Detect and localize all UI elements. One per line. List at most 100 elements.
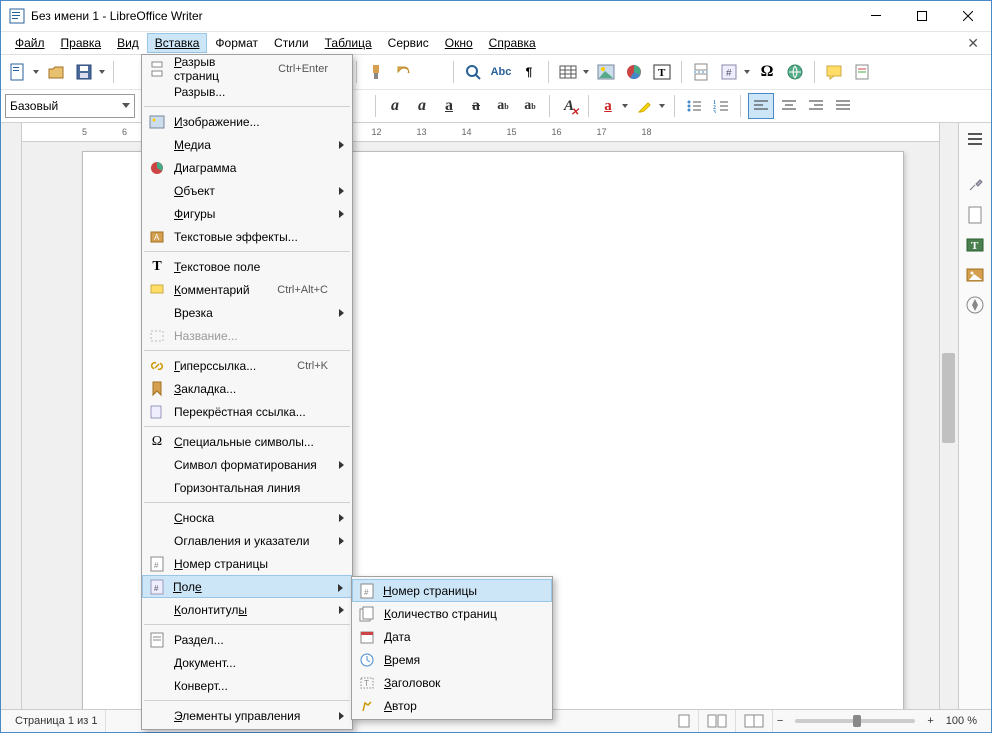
menu-view[interactable]: Вид (109, 33, 147, 53)
mi-hrule[interactable]: Горизонтальная линия (142, 476, 352, 499)
gallery-panel-icon[interactable] (963, 263, 987, 287)
find-button[interactable] (460, 59, 486, 85)
zoom-out-icon[interactable]: − (773, 715, 787, 727)
subscript-button[interactable]: ab (518, 94, 542, 118)
app-icon (9, 8, 25, 24)
mi-special[interactable]: ΩСпециальные символы... (142, 430, 352, 453)
align-justify-button[interactable] (831, 94, 855, 118)
svg-text:T: T (971, 240, 979, 252)
menu-insert[interactable]: Вставка (147, 33, 208, 53)
mi-field-pagecount[interactable]: Количество страниц (352, 602, 552, 625)
status-page[interactable]: Страница 1 из 1 (7, 710, 106, 732)
align-right-button[interactable] (804, 94, 828, 118)
menu-edit[interactable]: Правка (53, 33, 110, 53)
maximize-button[interactable] (899, 1, 945, 31)
sidebar-menu-icon[interactable] (963, 127, 987, 151)
mi-caption[interactable]: Название... (142, 324, 352, 347)
mi-chart[interactable]: Диаграмма (142, 156, 352, 179)
mi-media[interactable]: Медиа (142, 133, 352, 156)
mi-footnote[interactable]: Сноска (142, 506, 352, 529)
mi-comment[interactable]: КомментарийCtrl+Alt+C (142, 278, 352, 301)
mi-field-time[interactable]: Время (352, 648, 552, 671)
textbox-button[interactable]: T (649, 59, 675, 85)
mi-document[interactable]: Документ... (142, 651, 352, 674)
minimize-button[interactable] (853, 1, 899, 31)
mi-object[interactable]: Объект (142, 179, 352, 202)
vertical-scrollbar[interactable] (939, 123, 958, 709)
open-button[interactable] (43, 59, 69, 85)
mi-formatmark[interactable]: Символ форматирования (142, 453, 352, 476)
view-multi-icon[interactable] (699, 710, 736, 732)
comment-button[interactable] (821, 59, 847, 85)
close-doc-button[interactable]: ✕ (961, 35, 985, 52)
menu-table[interactable]: Таблица (317, 33, 380, 53)
menu-window[interactable]: Окно (437, 33, 481, 53)
italic-button[interactable]: a (410, 94, 434, 118)
number-list-button[interactable]: 123 (709, 94, 733, 118)
mi-field[interactable]: #Поле (142, 575, 352, 598)
menu-tools[interactable]: Сервис (380, 33, 437, 53)
menu-file[interactable]: Файл (7, 33, 53, 53)
zoom-slider[interactable] (795, 719, 915, 723)
menu-format[interactable]: Формат (207, 33, 266, 53)
specialchar-button[interactable]: Ω (754, 59, 780, 85)
mi-crossref[interactable]: Перекрёстная ссылка... (142, 400, 352, 423)
chart-button[interactable] (621, 59, 647, 85)
mi-field-pagenum[interactable]: #Номер страницы (352, 579, 552, 602)
trackchanges-button[interactable] (849, 59, 875, 85)
mi-envelope[interactable]: Конверт... (142, 674, 352, 697)
format-paintbrush-button[interactable] (363, 59, 389, 85)
hyperlink-button[interactable] (782, 59, 808, 85)
navigator-panel-icon[interactable] (963, 293, 987, 317)
mi-fontwork[interactable]: AТекстовые эффекты... (142, 225, 352, 248)
new-button[interactable] (5, 59, 31, 85)
strike-button[interactable]: a (464, 94, 488, 118)
table-button[interactable] (555, 59, 581, 85)
align-left-button[interactable] (748, 93, 774, 119)
mi-formctrl[interactable]: Элементы управления (142, 704, 352, 727)
clear-format-button[interactable]: A✕ (557, 94, 581, 118)
mi-break[interactable]: Разрыв... (142, 80, 352, 103)
mi-bookmark[interactable]: Закладка... (142, 377, 352, 400)
menubar: Файл Правка Вид Вставка Формат Стили Таб… (1, 32, 991, 55)
styles-panel-icon[interactable]: T (963, 233, 987, 257)
close-button[interactable] (945, 1, 991, 31)
undo-button[interactable] (391, 59, 417, 85)
mi-field-date[interactable]: Дата (352, 625, 552, 648)
pagebreak-button[interactable] (688, 59, 714, 85)
zoom-value[interactable]: 100 % (938, 710, 985, 732)
mi-frame[interactable]: Врезка (142, 301, 352, 324)
menu-styles[interactable]: Стили (266, 33, 317, 53)
font-color-button[interactable]: a (596, 94, 620, 118)
mi-field-title[interactable]: ТЗаголовок (352, 671, 552, 694)
mi-pagenum[interactable]: #Номер страницы (142, 552, 352, 575)
view-book-icon[interactable] (736, 710, 773, 732)
mi-field-author[interactable]: Автор (352, 694, 552, 717)
field-button[interactable]: # (716, 59, 742, 85)
bullet-list-button[interactable] (682, 94, 706, 118)
mi-headerfooter[interactable]: Колонтитулы (142, 598, 352, 621)
save-button[interactable] (71, 59, 97, 85)
underline-button[interactable]: a (437, 94, 461, 118)
spellcheck-button[interactable]: Abc (488, 59, 514, 85)
paragraph-style-combo[interactable]: Базовый (5, 94, 135, 118)
properties-panel-icon[interactable] (963, 173, 987, 197)
image-button[interactable] (593, 59, 619, 85)
mi-section[interactable]: Раздел... (142, 628, 352, 651)
superscript-button[interactable]: ab (491, 94, 515, 118)
mi-page-break[interactable]: РРазрыв страницазрыв страницCtrl+Enter (142, 57, 352, 80)
zoom-in-icon[interactable]: + (923, 715, 937, 727)
highlight-button[interactable] (633, 94, 657, 118)
bold-button[interactable]: a (383, 94, 407, 118)
mi-hyperlink[interactable]: Гиперссылка...Ctrl+K (142, 354, 352, 377)
align-center-button[interactable] (777, 94, 801, 118)
view-single-icon[interactable] (670, 710, 699, 732)
vertical-ruler[interactable] (1, 123, 22, 709)
mi-toc[interactable]: Оглавления и указатели (142, 529, 352, 552)
mi-image[interactable]: Изображение... (142, 110, 352, 133)
mi-textbox[interactable]: TТекстовое поле (142, 255, 352, 278)
page-panel-icon[interactable] (963, 203, 987, 227)
menu-help[interactable]: Справка (481, 33, 544, 53)
nonprinting-button[interactable]: ¶ (516, 59, 542, 85)
mi-shapes[interactable]: Фигуры (142, 202, 352, 225)
